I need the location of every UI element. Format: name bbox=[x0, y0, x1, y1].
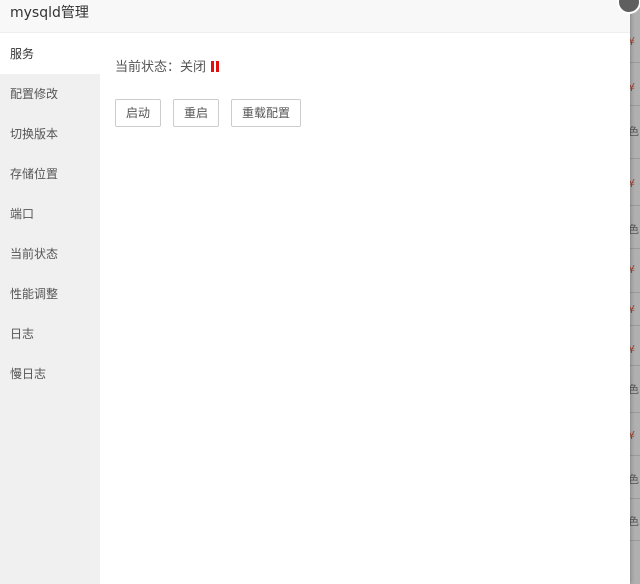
sidebar-item-storage-location[interactable]: 存储位置 bbox=[0, 154, 100, 194]
sidebar-item-switch-version[interactable]: 切换版本 bbox=[0, 114, 100, 154]
pause-icon bbox=[211, 61, 220, 72]
sidebar-item-slow-log[interactable]: 慢日志 bbox=[0, 354, 100, 394]
sidebar-item-service[interactable]: 服务 bbox=[0, 34, 100, 74]
status-value: 关闭 bbox=[180, 60, 207, 75]
service-actions: 启动 重启 重载配置 bbox=[115, 99, 313, 127]
service-panel: 当前状态：关闭 启动 重启 重载配置 bbox=[115, 34, 615, 574]
sidebar-item-current-status[interactable]: 当前状态 bbox=[0, 234, 100, 274]
reload-config-button[interactable]: 重载配置 bbox=[231, 99, 302, 127]
sidebar-item-config-edit[interactable]: 配置修改 bbox=[0, 74, 100, 114]
sidebar-item-port[interactable]: 端口 bbox=[0, 194, 100, 234]
sidebar: 服务 配置修改 切换版本 存储位置 端口 当前状态 性能调整 日志 慢日志 bbox=[0, 34, 100, 584]
service-status: 当前状态：关闭 bbox=[115, 58, 220, 78]
restart-button[interactable]: 重启 bbox=[173, 99, 220, 127]
sidebar-item-performance-tuning[interactable]: 性能调整 bbox=[0, 274, 100, 314]
start-button[interactable]: 启动 bbox=[115, 99, 162, 127]
dialog-title: mysqld管理 bbox=[0, 0, 630, 33]
status-label: 当前状态： bbox=[115, 60, 181, 75]
sidebar-item-log[interactable]: 日志 bbox=[0, 314, 100, 354]
mysqld-manager-dialog: mysqld管理 服务 配置修改 切换版本 存储位置 端口 当前状态 性能调整 … bbox=[0, 0, 630, 584]
